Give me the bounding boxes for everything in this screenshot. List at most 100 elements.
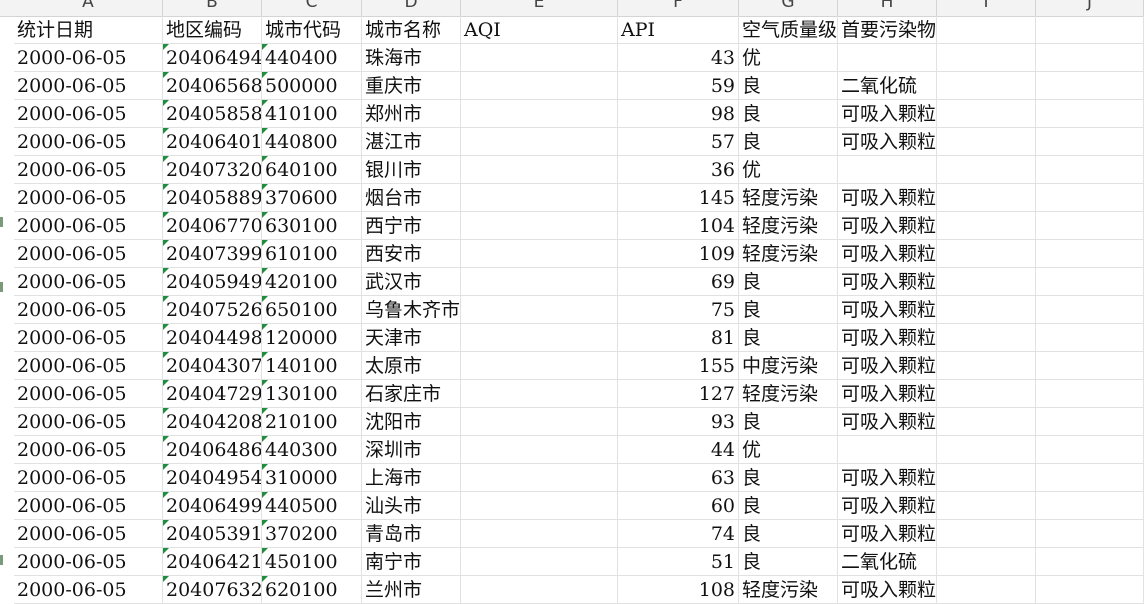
table-cell[interactable]: 二氧化硫 — [838, 72, 937, 100]
spreadsheet-grid[interactable]: ABCDEFGHIJ 统计日期地区编码城市代码城市名称AQIAPI空气质量级别首… — [0, 0, 1144, 604]
table-cell[interactable]: 98 — [618, 100, 739, 128]
table-cell[interactable]: 310000 — [262, 464, 362, 492]
empty-cell[interactable] — [1036, 520, 1144, 548]
column-header-b[interactable]: B — [163, 0, 262, 16]
table-cell[interactable]: 良 — [739, 548, 838, 576]
table-cell[interactable]: 20405858 — [163, 100, 262, 128]
table-cell[interactable]: 20404307 — [163, 352, 262, 380]
table-cell[interactable]: 可吸入颗粒物 — [838, 324, 937, 352]
table-cell[interactable] — [461, 128, 618, 156]
table-cell[interactable]: 2000-06-05 — [14, 44, 163, 72]
table-cell[interactable]: 可吸入颗粒物 — [838, 128, 937, 156]
table-cell[interactable]: 36 — [618, 156, 739, 184]
table-cell[interactable]: 2000-06-05 — [14, 240, 163, 268]
table-cell[interactable]: 370200 — [262, 520, 362, 548]
table-cell[interactable] — [461, 436, 618, 464]
table-cell[interactable]: 59 — [618, 72, 739, 100]
table-cell[interactable]: 20405949 — [163, 268, 262, 296]
table-cell[interactable]: 2000-06-05 — [14, 72, 163, 100]
empty-cell[interactable] — [937, 324, 1036, 352]
table-cell[interactable]: 20404208 — [163, 408, 262, 436]
table-cell[interactable]: 20404498 — [163, 324, 262, 352]
table-cell[interactable]: 620100 — [262, 576, 362, 604]
table-cell[interactable]: 51 — [618, 548, 739, 576]
empty-cell[interactable] — [937, 100, 1036, 128]
table-cell[interactable]: 良 — [739, 408, 838, 436]
table-cell[interactable]: 2000-06-05 — [14, 520, 163, 548]
table-cell[interactable]: 石家庄市 — [362, 380, 461, 408]
table-cell[interactable]: 109 — [618, 240, 739, 268]
table-cell[interactable]: 20404954 — [163, 464, 262, 492]
table-cell[interactable]: 可吸入颗粒物 — [838, 100, 937, 128]
table-cell[interactable] — [838, 436, 937, 464]
table-cell[interactable]: 93 — [618, 408, 739, 436]
table-cell[interactable]: 20407320 — [163, 156, 262, 184]
empty-cell[interactable] — [1036, 212, 1144, 240]
empty-cell[interactable] — [1036, 128, 1144, 156]
table-cell[interactable]: 450100 — [262, 548, 362, 576]
table-cell[interactable]: 深圳市 — [362, 436, 461, 464]
column-header-g[interactable]: G — [739, 0, 838, 16]
table-cell[interactable]: 武汉市 — [362, 268, 461, 296]
empty-cell[interactable] — [937, 212, 1036, 240]
table-cell[interactable]: 南宁市 — [362, 548, 461, 576]
table-cell[interactable] — [461, 464, 618, 492]
table-cell[interactable]: 500000 — [262, 72, 362, 100]
table-cell[interactable]: 珠海市 — [362, 44, 461, 72]
table-cell[interactable]: 沈阳市 — [362, 408, 461, 436]
table-cell[interactable] — [461, 72, 618, 100]
column-header-j[interactable]: J — [1036, 0, 1144, 16]
table-cell[interactable]: 良 — [739, 520, 838, 548]
table-cell[interactable]: 57 — [618, 128, 739, 156]
table-cell[interactable]: 优 — [739, 436, 838, 464]
table-cell[interactable]: 20406770 — [163, 212, 262, 240]
table-cell[interactable]: 130100 — [262, 380, 362, 408]
table-cell[interactable]: 2000-06-05 — [14, 352, 163, 380]
header-cell[interactable]: 空气质量级别 — [739, 16, 838, 44]
table-cell[interactable]: 81 — [618, 324, 739, 352]
table-cell[interactable]: 43 — [618, 44, 739, 72]
table-cell[interactable]: 可吸入颗粒物 — [838, 492, 937, 520]
table-cell[interactable] — [461, 492, 618, 520]
empty-cell[interactable] — [1036, 296, 1144, 324]
table-cell[interactable]: 重庆市 — [362, 72, 461, 100]
table-cell[interactable]: 104 — [618, 212, 739, 240]
table-cell[interactable] — [461, 324, 618, 352]
table-cell[interactable]: 440800 — [262, 128, 362, 156]
table-cell[interactable]: 2000-06-05 — [14, 324, 163, 352]
table-cell[interactable] — [461, 100, 618, 128]
table-cell[interactable] — [461, 156, 618, 184]
table-cell[interactable]: 2000-06-05 — [14, 128, 163, 156]
table-cell[interactable]: 上海市 — [362, 464, 461, 492]
table-cell[interactable]: 145 — [618, 184, 739, 212]
table-cell[interactable]: 良 — [739, 268, 838, 296]
table-cell[interactable]: 20406499 — [163, 492, 262, 520]
table-cell[interactable]: 20407526 — [163, 296, 262, 324]
empty-cell[interactable] — [937, 436, 1036, 464]
table-cell[interactable]: 69 — [618, 268, 739, 296]
table-cell[interactable]: 2000-06-05 — [14, 156, 163, 184]
table-cell[interactable]: 2000-06-05 — [14, 408, 163, 436]
empty-cell[interactable] — [1036, 548, 1144, 576]
table-cell[interactable]: 可吸入颗粒物 — [838, 296, 937, 324]
empty-cell[interactable] — [937, 520, 1036, 548]
table-cell[interactable] — [461, 520, 618, 548]
table-cell[interactable]: 可吸入颗粒物 — [838, 352, 937, 380]
column-header-a[interactable]: A — [14, 0, 163, 16]
table-cell[interactable]: 370600 — [262, 184, 362, 212]
column-header-c[interactable]: C — [262, 0, 362, 16]
empty-cell[interactable] — [937, 72, 1036, 100]
table-cell[interactable]: 西安市 — [362, 240, 461, 268]
table-cell[interactable]: 2000-06-05 — [14, 436, 163, 464]
table-cell[interactable]: 20406421 — [163, 548, 262, 576]
table-cell[interactable]: 可吸入颗粒物 — [838, 184, 937, 212]
table-cell[interactable]: 640100 — [262, 156, 362, 184]
header-cell[interactable]: 统计日期 — [14, 16, 163, 44]
table-cell[interactable] — [838, 44, 937, 72]
table-cell[interactable]: 108 — [618, 576, 739, 604]
table-cell[interactable]: 410100 — [262, 100, 362, 128]
table-cell[interactable]: 20405391 — [163, 520, 262, 548]
table-cell[interactable] — [461, 548, 618, 576]
header-cell[interactable]: 地区编码 — [163, 16, 262, 44]
table-cell[interactable]: 74 — [618, 520, 739, 548]
